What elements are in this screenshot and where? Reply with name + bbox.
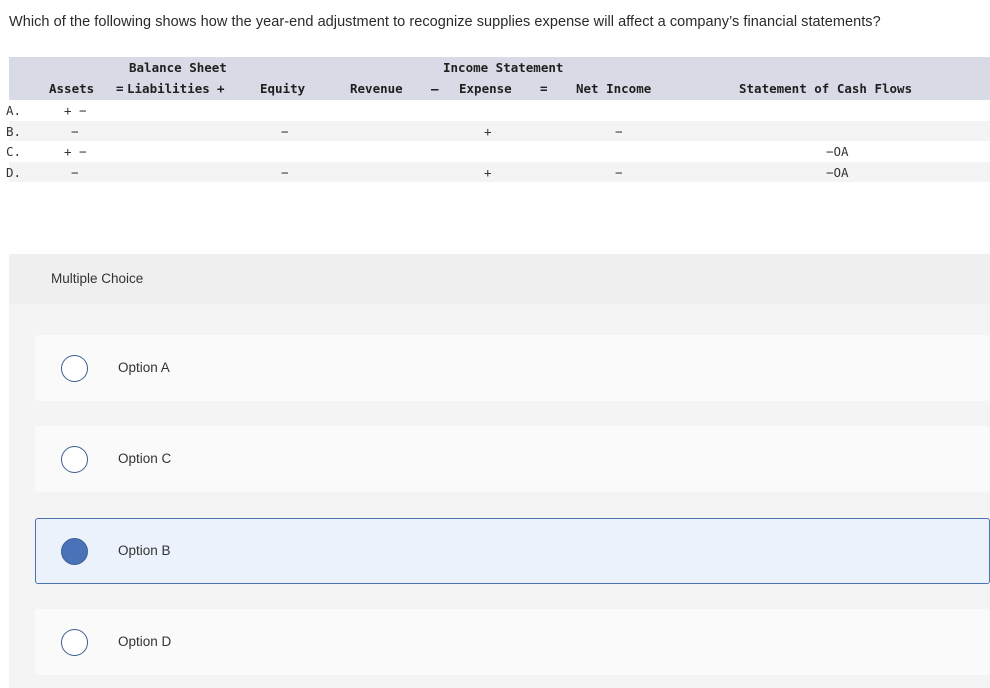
option-c[interactable]: Option C xyxy=(35,426,990,492)
question-text: Which of the following shows how the yea… xyxy=(9,14,881,30)
table-header: Balance Sheet Income Statement Assets = … xyxy=(9,57,990,100)
option-label: Option B xyxy=(118,543,171,558)
col-liabilities: Liabilities xyxy=(127,81,210,96)
option-label: Option A xyxy=(118,360,170,375)
col-eq2: = xyxy=(540,81,548,96)
option-a[interactable]: Option A xyxy=(35,335,990,401)
cell-expense: + xyxy=(484,164,492,180)
option-b[interactable]: Option B xyxy=(35,518,990,584)
table-row: D. − − + − −OA xyxy=(6,161,990,182)
col-equity: Equity xyxy=(260,81,306,96)
income-statement-header: Income Statement xyxy=(443,60,564,75)
cell-assets: − xyxy=(71,123,79,139)
radio-unselected-icon[interactable] xyxy=(61,446,88,473)
col-expense: Expense xyxy=(459,81,512,96)
col-plus: + xyxy=(217,81,225,96)
option-label: Option D xyxy=(118,634,172,649)
multiple-choice-panel: Multiple Choice Option A Option C Option… xyxy=(9,254,990,688)
cell-assets: + − xyxy=(64,144,87,159)
row-label: D. xyxy=(6,164,22,180)
row-label: B. xyxy=(6,123,22,139)
cell-assets: + − xyxy=(64,103,87,118)
radio-selected-icon[interactable] xyxy=(61,538,88,565)
cell-cash-flows: −OA xyxy=(826,144,849,159)
effects-table: Balance Sheet Income Statement Assets = … xyxy=(6,57,990,182)
cell-equity: − xyxy=(281,164,289,180)
col-net-income: Net Income xyxy=(576,81,652,96)
cell-net-income: − xyxy=(615,164,623,180)
cell-equity: − xyxy=(281,123,289,139)
table-row: A. + − xyxy=(6,100,990,121)
cell-cash-flows: −OA xyxy=(826,164,849,180)
balance-sheet-header: Balance Sheet xyxy=(129,60,227,75)
radio-unselected-icon[interactable] xyxy=(61,355,88,382)
option-label: Option C xyxy=(118,451,172,466)
radio-unselected-icon[interactable] xyxy=(61,629,88,656)
row-label: A. xyxy=(6,103,22,118)
col-revenue: Revenue xyxy=(350,81,403,96)
col-cash-flows: Statement of Cash Flows xyxy=(739,81,913,96)
col-assets: Assets xyxy=(49,81,95,96)
col-minus: – xyxy=(431,81,439,96)
cell-net-income: − xyxy=(615,123,623,139)
option-d[interactable]: Option D xyxy=(35,609,990,675)
cell-expense: + xyxy=(484,123,492,139)
cell-assets: − xyxy=(71,164,79,180)
table-row: C. + − −OA xyxy=(6,141,990,162)
table-row: B. − − + − xyxy=(6,120,990,141)
col-eq1: = xyxy=(116,81,124,96)
row-label: C. xyxy=(6,144,22,159)
multiple-choice-heading: Multiple Choice xyxy=(9,254,990,304)
